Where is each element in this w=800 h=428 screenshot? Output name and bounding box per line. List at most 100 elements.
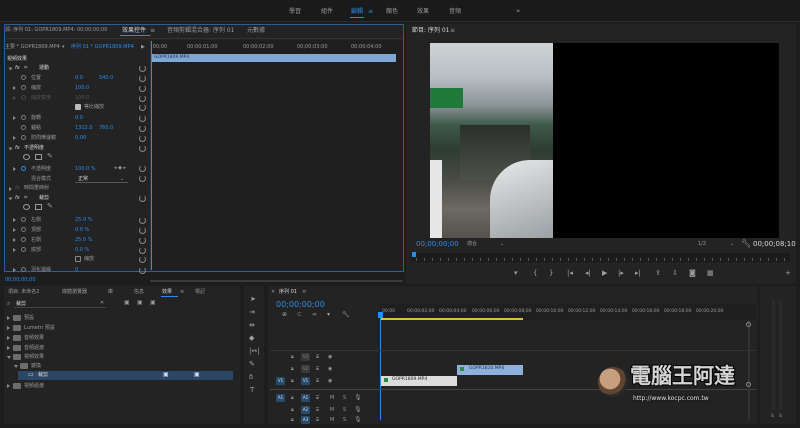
meter-solo-right[interactable]: S xyxy=(779,414,782,420)
feather-reset-icon[interactable] xyxy=(139,267,146,274)
rectangle-mask-icon[interactable] xyxy=(35,154,42,160)
crop-left-value[interactable]: 25.0 % xyxy=(75,218,92,223)
source-patch-a1[interactable]: A1 xyxy=(276,394,285,402)
crop-bottom-expand-icon[interactable] xyxy=(13,248,16,252)
motion-expand-icon[interactable] xyxy=(8,67,13,71)
program-resolution-dropdown[interactable]: 1/2 xyxy=(698,242,706,247)
mini-playhead[interactable] xyxy=(151,41,152,270)
mute-toggle[interactable]: M xyxy=(330,418,334,423)
track-target-a2[interactable]: A2 xyxy=(301,406,310,414)
master-clip-label[interactable]: 主要 * GOPR1809.MP4 xyxy=(5,45,60,50)
crop-bottom-value[interactable]: 0.0 % xyxy=(75,248,89,253)
blend-reset-icon[interactable] xyxy=(139,175,146,182)
tree-item-crop[interactable]: 裁剪 xyxy=(38,373,48,378)
snap-icon[interactable]: ⊂ xyxy=(297,312,302,318)
track-target-v2[interactable]: V2 xyxy=(301,365,310,373)
play-clip-icon[interactable]: ▶ xyxy=(141,45,145,50)
slip-tool-icon[interactable]: |↔| xyxy=(249,348,260,355)
feather-expand-icon[interactable] xyxy=(13,268,16,272)
track-target-a3[interactable]: A3 xyxy=(301,416,310,424)
hand-tool-icon[interactable]: ✋︎ xyxy=(249,374,253,381)
scale-reset-icon[interactable] xyxy=(139,85,146,92)
program-playhead-marker[interactable] xyxy=(412,252,416,257)
tree-item-video-transitions[interactable]: 視頻過渡 xyxy=(24,384,44,389)
workspace-tab-color[interactable]: 顏色 xyxy=(386,9,398,15)
timeline-tab[interactable]: 序列 01 xyxy=(279,290,297,295)
32bit-effects-icon[interactable]: ▣ xyxy=(137,300,143,306)
insert-sequence-icon[interactable]: ⊕ xyxy=(282,312,287,318)
lock-icon[interactable]: 🔒︎ xyxy=(291,396,294,401)
tree-expand-icon[interactable] xyxy=(7,384,10,388)
add-button-icon[interactable]: + xyxy=(785,270,791,277)
microphone-icon[interactable]: 🎙︎ xyxy=(354,395,362,401)
workspace-tab-audio[interactable]: 音頻 xyxy=(449,9,461,15)
sync-lock-icon[interactable]: ⌸ xyxy=(316,367,319,372)
scale-expand-icon[interactable] xyxy=(13,86,16,90)
tab-menu-icon[interactable]: ≡ xyxy=(150,28,155,34)
tab-effects[interactable]: 效果 xyxy=(162,290,172,295)
antiflicker-reset-icon[interactable] xyxy=(139,135,146,142)
timeline-playhead[interactable] xyxy=(380,312,381,420)
export-frame-icon[interactable]: ◙ xyxy=(689,270,696,277)
scale-width-stopwatch-icon[interactable] xyxy=(21,95,26,100)
track-target-v1[interactable]: V1 xyxy=(301,377,310,385)
timeline-scroll-handle-bottom[interactable] xyxy=(746,382,751,387)
mark-out-icon[interactable]: } xyxy=(549,270,553,277)
lift-icon[interactable]: ⇪ xyxy=(655,270,661,277)
workspace-tab-edit[interactable]: 編輯 xyxy=(351,9,363,15)
selection-tool-icon[interactable]: ➤ xyxy=(250,296,256,303)
effect-controls-timecode[interactable]: 00;00;00;00 xyxy=(5,278,36,283)
crop-pen-mask-icon[interactable]: ✎ xyxy=(47,203,53,210)
sync-lock-icon[interactable]: ⌸ xyxy=(316,408,319,413)
timeline-scroll-handle-top[interactable] xyxy=(746,322,751,327)
tree-collapse-icon[interactable] xyxy=(7,356,11,359)
step-back-icon[interactable]: ◂| xyxy=(585,270,591,277)
add-marker-timeline-icon[interactable]: ▾ xyxy=(327,312,330,318)
tree-expand-icon[interactable] xyxy=(7,326,10,330)
crop-right-reset-icon[interactable] xyxy=(139,237,146,244)
timeline-menu-icon[interactable]: ≡ xyxy=(302,290,306,295)
zoom-reset-icon[interactable] xyxy=(139,256,146,263)
lock-icon[interactable]: 🔒︎ xyxy=(291,355,294,360)
extract-icon[interactable]: ⇩ xyxy=(672,270,678,277)
track-target-a1[interactable]: A1 xyxy=(301,394,310,402)
rotation-expand-icon[interactable] xyxy=(13,116,16,120)
feather-stopwatch-icon[interactable] xyxy=(21,267,26,272)
rotation-value[interactable]: 0.0 xyxy=(75,116,83,121)
lock-icon[interactable]: 🔒︎ xyxy=(291,418,294,423)
source-patch-v1[interactable]: V1 xyxy=(276,377,285,385)
timeline-settings-icon[interactable]: 🔧︎ xyxy=(342,312,350,318)
crop-ellipse-mask-icon[interactable] xyxy=(23,204,30,210)
opacity-section-reset-icon[interactable] xyxy=(139,145,146,152)
pen-mask-icon[interactable]: ✎ xyxy=(47,153,53,160)
feather-value[interactable]: 0 xyxy=(75,268,78,273)
crop-top-value[interactable]: 0.0 % xyxy=(75,228,89,233)
crop-left-stopwatch-icon[interactable] xyxy=(21,217,26,222)
play-icon[interactable]: ▶ xyxy=(602,270,607,277)
mute-toggle[interactable]: M xyxy=(330,396,334,401)
crop-expand-icon[interactable] xyxy=(8,197,13,201)
work-area-bar[interactable] xyxy=(381,318,523,320)
timeline-vertical-scrollbar[interactable] xyxy=(748,320,750,420)
mute-toggle[interactable]: M xyxy=(330,408,334,413)
razor-tool-icon[interactable]: ◆ xyxy=(249,335,254,342)
position-x-value[interactable]: 0.0 xyxy=(75,76,83,81)
motion-transform-icon[interactable]: ⌗ xyxy=(24,65,27,71)
timeline-playhead-handle[interactable] xyxy=(378,312,383,318)
tree-item-video-effects[interactable]: 視頻效果 xyxy=(24,355,44,360)
workspace-tab-learn[interactable]: 學習 xyxy=(289,9,301,15)
position-stopwatch-icon[interactable] xyxy=(21,75,26,80)
crop-rectangle-mask-icon[interactable] xyxy=(35,204,42,210)
lock-icon[interactable]: 🔒︎ xyxy=(291,367,294,372)
scale-width-reset-icon[interactable] xyxy=(139,95,146,102)
tree-item-audio-effects[interactable]: 音頻效果 xyxy=(24,336,44,341)
rotation-stopwatch-icon[interactable] xyxy=(21,115,26,120)
position-reset-icon[interactable] xyxy=(139,75,146,82)
microphone-icon[interactable]: 🎙︎ xyxy=(354,407,362,413)
tab-metadata[interactable]: 元數據 xyxy=(247,28,265,34)
time-remap-expand-icon[interactable] xyxy=(9,187,12,191)
tab-markers[interactable]: 標記 xyxy=(195,290,205,295)
tree-expand-icon[interactable] xyxy=(7,316,10,320)
source-panel-tab[interactable]: 源: 序列 01: GOPR1809.MP4: 00;00;00;00 xyxy=(5,28,107,33)
position-y-value[interactable]: 540.0 xyxy=(99,76,113,81)
